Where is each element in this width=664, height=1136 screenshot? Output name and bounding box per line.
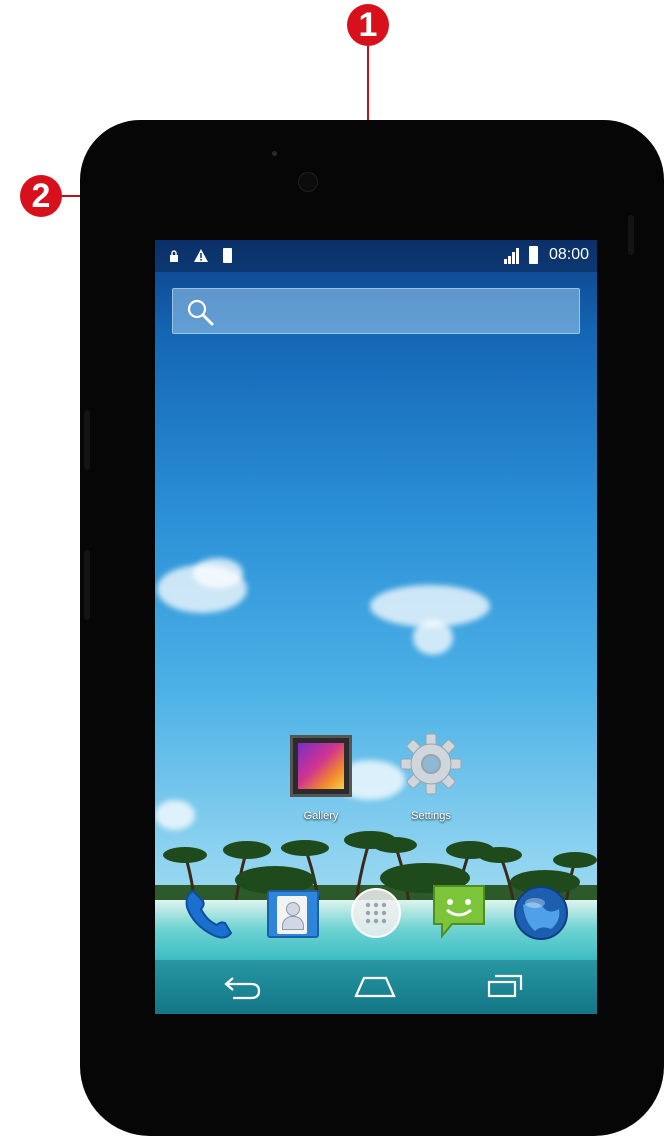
settings-gear-icon[interactable]	[399, 732, 463, 796]
lock-icon	[170, 250, 178, 262]
cloud-left-small	[193, 558, 243, 588]
app-drawer-icon[interactable]	[351, 888, 401, 938]
callout-2: 2	[20, 175, 62, 217]
status-clock: 08:00	[548, 246, 589, 263]
messaging-icon[interactable]	[430, 882, 488, 942]
cloud-right-tail	[413, 620, 453, 655]
search-bar[interactable]	[172, 288, 580, 334]
gallery-icon	[298, 743, 344, 789]
home-screen: 08:00 Gallery Settings	[155, 240, 597, 1014]
proximity-sensor	[272, 151, 277, 156]
gallery-app[interactable]	[290, 735, 352, 797]
contacts-icon[interactable]	[267, 890, 319, 938]
browser-globe-icon[interactable]	[513, 885, 569, 941]
search-icon[interactable]	[185, 297, 215, 327]
callout-1: 1	[347, 4, 389, 46]
side-button-left-upper	[84, 410, 90, 470]
warning-icon	[194, 249, 208, 262]
navigation-bar	[155, 960, 597, 1014]
signal-icon	[504, 248, 519, 264]
front-camera-icon	[298, 172, 318, 192]
home-icon[interactable]	[353, 972, 397, 1000]
battery-icon	[529, 246, 538, 264]
back-icon[interactable]	[223, 972, 263, 1002]
side-button-right	[628, 215, 634, 255]
grid-dots-icon	[365, 902, 387, 924]
contacts-card	[277, 896, 307, 934]
phone-icon[interactable]	[181, 885, 239, 943]
sd-card-icon	[223, 248, 232, 263]
recent-apps-icon[interactable]	[485, 970, 525, 1000]
status-bar: 08:00	[155, 240, 597, 272]
side-button-left-lower	[84, 550, 90, 620]
